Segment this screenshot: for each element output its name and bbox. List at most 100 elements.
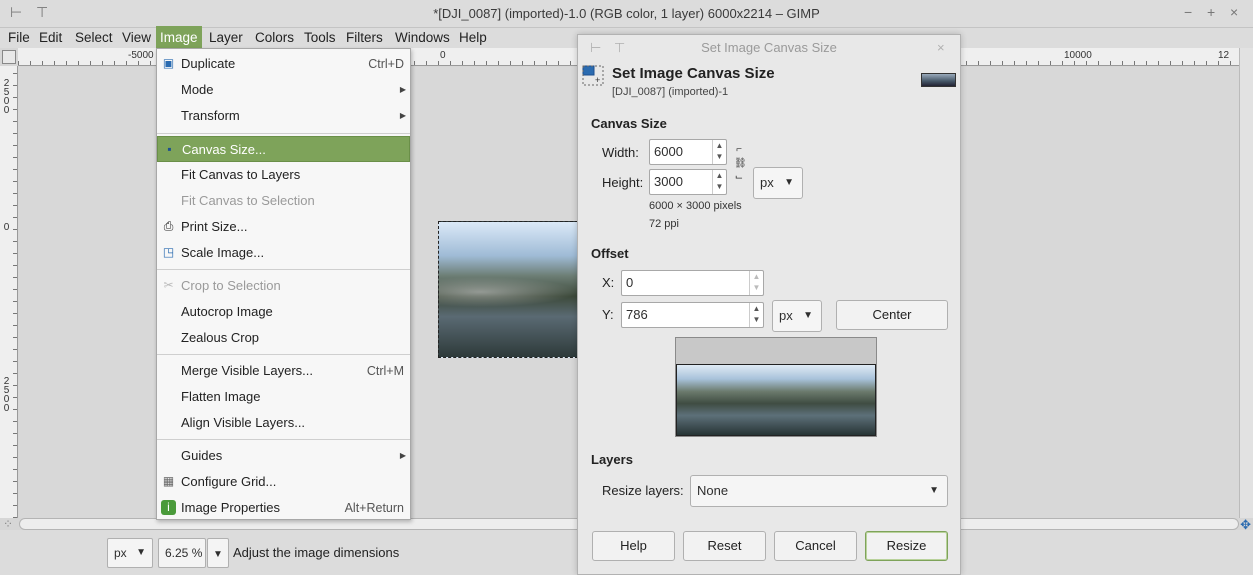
menu-item-image-properties[interactable]: i Image Properties Alt+Return: [157, 495, 410, 521]
menu-item-flatten-image[interactable]: Flatten Image: [157, 384, 410, 410]
menu-select[interactable]: Select: [71, 28, 117, 48]
menu-item-label: Fit Canvas to Selection: [181, 193, 315, 208]
unit-select[interactable]: px ▼: [107, 538, 153, 568]
menu-help[interactable]: Help: [455, 28, 491, 48]
chevron-down-icon: ▼: [136, 547, 146, 558]
width-spinbutton[interactable]: 6000 ▲ ▼: [649, 139, 727, 165]
menu-item-accel: Ctrl+M: [366, 364, 404, 378]
maximize-icon[interactable]: +: [1207, 4, 1215, 20]
menu-item-configure-grid[interactable]: ▦ Configure Grid...: [157, 469, 410, 495]
menu-file[interactable]: File: [4, 28, 34, 48]
dialog-heading: Set Image Canvas Size: [612, 65, 775, 82]
quick-mask-icon[interactable]: ⁘: [3, 517, 13, 531]
zoom-dropdown-button[interactable]: ▼: [207, 538, 229, 568]
menu-item-guides[interactable]: Guides ▶: [157, 443, 410, 469]
offset-preview-image[interactable]: [676, 364, 876, 436]
height-spinbutton[interactable]: 3000 ▲ ▼: [649, 169, 727, 195]
menu-item-align-visible-layers[interactable]: Align Visible Layers...: [157, 410, 410, 436]
menu-item-transform[interactable]: Transform ▶: [157, 103, 410, 129]
scale-image-icon: ◳: [162, 245, 175, 259]
menu-item-autocrop-image[interactable]: Autocrop Image: [157, 299, 410, 325]
offset-x-value: 0: [626, 275, 634, 290]
offset-unit-select[interactable]: px ▼: [772, 300, 822, 332]
dialog-close-icon[interactable]: ×: [937, 40, 945, 55]
menu-item-merge-visible-layers[interactable]: Merge Visible Layers... Ctrl+M: [157, 358, 410, 384]
menu-filters[interactable]: Filters: [342, 28, 387, 48]
cancel-button[interactable]: Cancel: [774, 531, 857, 561]
menu-colors[interactable]: Colors: [251, 28, 298, 48]
menu-view[interactable]: View: [118, 28, 155, 48]
resize-button[interactable]: Resize: [865, 531, 948, 561]
unit-value: px: [114, 546, 127, 560]
spin-arrows-icon[interactable]: ▲ ▼: [749, 303, 763, 327]
size-unit-value: px: [760, 175, 774, 190]
menu-image[interactable]: Image: [156, 26, 202, 48]
close-icon[interactable]: ×: [1230, 4, 1238, 20]
image-menu: ▣ Duplicate Ctrl+D Mode ▶ Transform ▶ ▪ …: [156, 48, 411, 520]
offset-y-value: 786: [626, 307, 648, 322]
spin-arrows-icon[interactable]: ▲ ▼: [712, 140, 726, 164]
submenu-arrow-icon: ▶: [399, 85, 406, 94]
menu-item-canvas-size[interactable]: ▪ Canvas Size...: [157, 136, 410, 162]
menu-item-mode[interactable]: Mode ▶: [157, 77, 410, 103]
menu-separator: [157, 439, 410, 440]
menu-item-print-size[interactable]: ⎙ Print Size...: [157, 214, 410, 240]
spin-arrows-icon[interactable]: ▲ ▼: [712, 170, 726, 194]
ruler-label: 2500: [1, 376, 12, 412]
offset-x-spinbutton[interactable]: 0 ▲ ▼: [621, 270, 764, 296]
zoom-value: 6.25 %: [165, 546, 203, 560]
ruler-label: 2500: [1, 78, 12, 114]
dialog-subheading: [DJI_0087] (imported)-1: [612, 86, 729, 98]
spin-arrows-icon[interactable]: ▲ ▼: [749, 271, 763, 295]
menu-item-fit-canvas-to-layers[interactable]: Fit Canvas to Layers: [157, 162, 410, 188]
menu-item-crop-to-selection: ✂ Crop to Selection: [157, 273, 410, 299]
menu-layer[interactable]: Layer: [205, 28, 247, 48]
offset-preview-area[interactable]: [675, 337, 877, 437]
canvas-size-dialog: ⊢ ⊤ Set Image Canvas Size × + Set Image …: [577, 34, 961, 575]
layers-section-title: Layers: [591, 452, 633, 467]
ruler-label: 0: [440, 50, 446, 61]
menu-item-accel: Ctrl+D: [368, 57, 404, 71]
menu-item-label: Align Visible Layers...: [181, 415, 306, 430]
reset-button[interactable]: Reset: [683, 531, 766, 561]
menu-item-label: Canvas Size...: [182, 142, 266, 157]
resize-layers-label: Resize layers:: [602, 483, 684, 498]
print-size-icon: ⎙: [163, 219, 174, 233]
menu-tools[interactable]: Tools: [300, 28, 340, 48]
menu-item-label: Merge Visible Layers...: [181, 363, 313, 378]
menu-item-scale-image[interactable]: ◳ Scale Image...: [157, 240, 410, 266]
minimize-icon[interactable]: −: [1184, 4, 1192, 20]
menu-item-zealous-crop[interactable]: Zealous Crop: [157, 325, 410, 351]
help-button[interactable]: Help: [592, 531, 675, 561]
menu-separator: [157, 133, 410, 134]
canvas-size-icon: +: [582, 65, 604, 86]
info-icon: i: [161, 500, 176, 515]
chevron-down-icon: ▼: [803, 310, 813, 321]
menu-windows[interactable]: Windows: [391, 28, 454, 48]
svg-text:+: +: [595, 75, 600, 85]
menu-item-duplicate[interactable]: ▣ Duplicate Ctrl+D: [157, 51, 410, 77]
ppi-info: 72 ppi: [649, 218, 679, 230]
chevron-down-icon: ▼: [929, 485, 939, 496]
center-button[interactable]: Center: [836, 300, 948, 330]
offset-y-spinbutton[interactable]: 786 ▲ ▼: [621, 302, 764, 328]
menu-separator: [157, 269, 410, 270]
menu-item-label: Zealous Crop: [181, 330, 260, 345]
menu-edit[interactable]: Edit: [35, 28, 66, 48]
menu-separator: [157, 354, 410, 355]
resize-layers-value: None: [697, 483, 729, 498]
vertical-scrollbar[interactable]: [1239, 48, 1253, 518]
height-label: Height:: [602, 175, 644, 190]
ruler-corner-button[interactable]: [2, 50, 16, 64]
zoom-field[interactable]: 6.25 %: [158, 538, 206, 568]
chevron-down-icon: ▼: [213, 549, 223, 560]
resize-layers-select[interactable]: None ▼: [690, 475, 948, 507]
vertical-ruler[interactable]: 2500 0 2500: [0, 66, 18, 518]
ruler-label: -5000: [128, 50, 154, 61]
canvas-size-icon: ▪: [167, 142, 172, 156]
size-unit-select[interactable]: px ▼: [753, 167, 803, 199]
chain-link-icon[interactable]: ⌐ ⛓ ⌙: [734, 143, 747, 185]
menu-item-label: Scale Image...: [181, 245, 265, 260]
image-canvas[interactable]: [438, 221, 578, 358]
ruler-label: 12: [1218, 50, 1230, 61]
